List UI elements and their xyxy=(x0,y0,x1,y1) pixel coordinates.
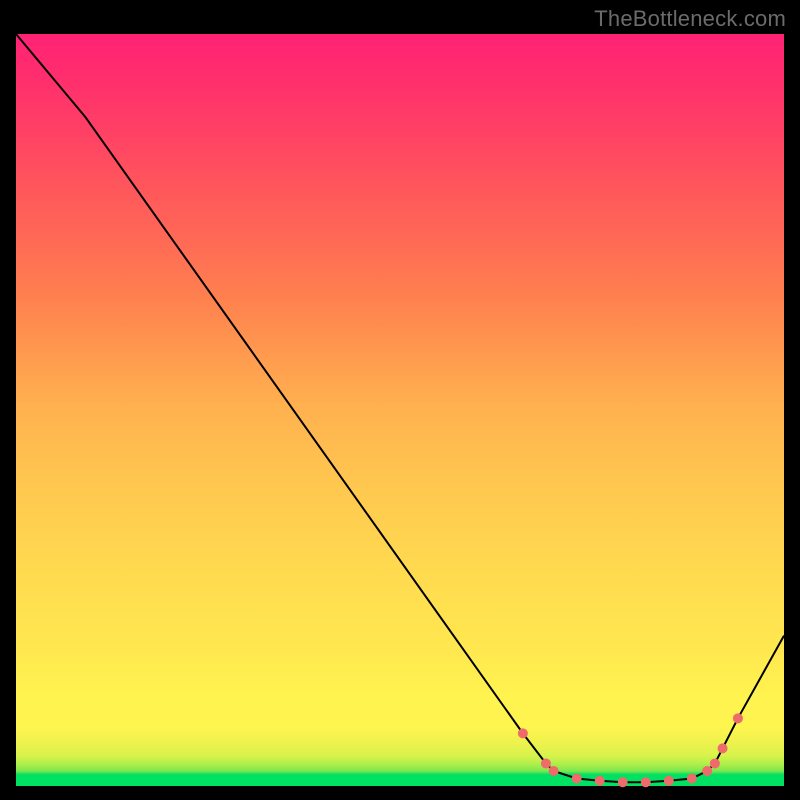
highlight-dot xyxy=(718,743,728,753)
highlight-dot xyxy=(733,713,743,723)
chart-root: TheBottleneck.com xyxy=(0,0,800,800)
watermark-text: TheBottleneck.com xyxy=(594,6,786,32)
highlight-dot xyxy=(549,766,559,776)
highlight-dot xyxy=(702,766,712,776)
highlight-dot xyxy=(518,728,528,738)
highlight-dot xyxy=(641,777,651,787)
highlight-dot xyxy=(687,773,697,783)
highlight-dot xyxy=(664,776,674,786)
highlight-dot xyxy=(710,758,720,768)
highlight-dot xyxy=(595,776,605,786)
highlight-dot xyxy=(618,777,628,787)
highlight-dot xyxy=(541,758,551,768)
curve-layer xyxy=(16,34,784,786)
highlight-dot xyxy=(572,773,582,783)
bottleneck-line xyxy=(16,34,784,782)
plot-area xyxy=(16,34,784,786)
